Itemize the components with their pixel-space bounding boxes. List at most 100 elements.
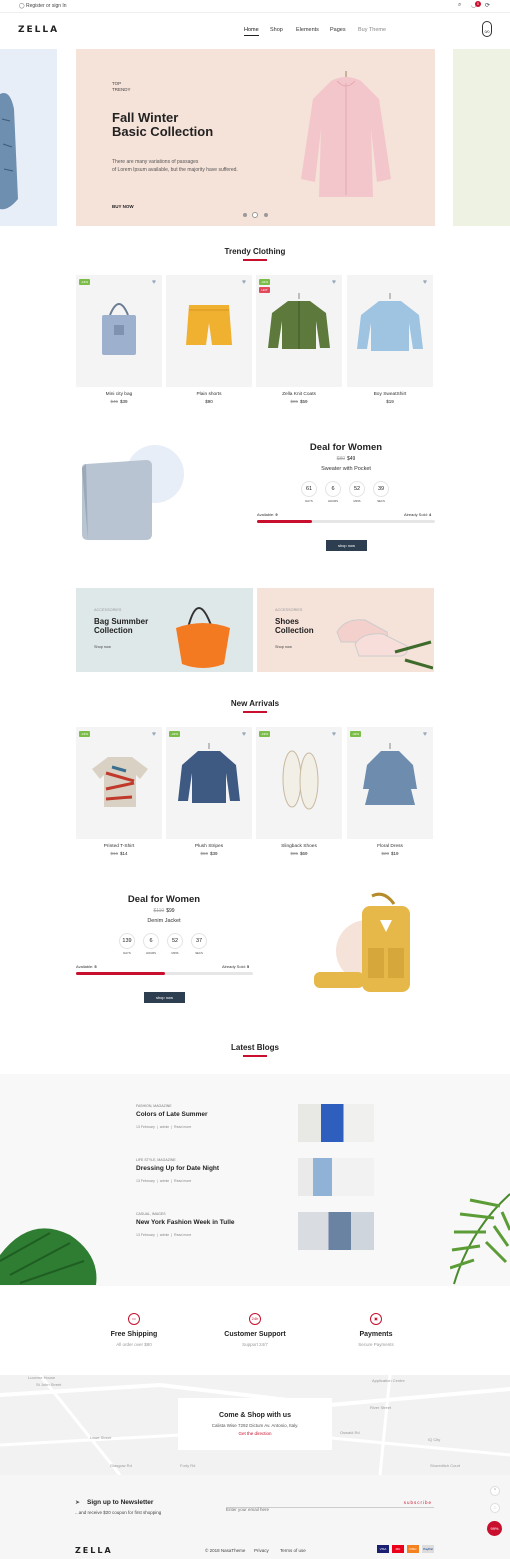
- product-name[interactable]: Floral Dress: [347, 844, 433, 849]
- product-name[interactable]: Boy SweatShirt: [347, 392, 433, 397]
- trendy-title: Trendy Clothing: [224, 247, 286, 256]
- banner-shop-link[interactable]: Shop now: [94, 645, 111, 649]
- map-label: Application Centre: [372, 1378, 405, 1383]
- visa-icon: VISA: [377, 1545, 389, 1553]
- section-underline: [243, 711, 267, 713]
- product-card-shorts[interactable]: ♥: [166, 275, 252, 387]
- blog-category[interactable]: LIFE STYLE, MAGAZINE: [136, 1158, 176, 1162]
- product-card-sweatshirt[interactable]: ♥: [347, 275, 433, 387]
- wishlist-heart-icon[interactable]: ♥: [150, 731, 158, 739]
- wishlist-heart-icon[interactable]: ♥: [421, 279, 429, 287]
- wishlist-heart-icon[interactable]: ♥: [421, 731, 429, 739]
- hero-buy-button[interactable]: BUY NOW: [112, 204, 134, 209]
- blog-title[interactable]: Colors of Late Summer: [136, 1111, 208, 1118]
- footer-link-terms[interactable]: Terms of use: [280, 1548, 306, 1553]
- blue-jacket-image: [178, 743, 240, 803]
- cart-count-badge: 0: [475, 1, 481, 7]
- discount-badge: -31%: [259, 279, 270, 285]
- support-icon: 24h: [249, 1313, 261, 1325]
- chat-icon[interactable]: ◌: [490, 1503, 500, 1513]
- wishlist-heart-icon[interactable]: ♥: [330, 279, 338, 287]
- countdown-label: SECS: [195, 951, 203, 955]
- nav-shop[interactable]: Shop: [270, 27, 283, 33]
- wishlist-heart-icon[interactable]: ♥: [330, 731, 338, 739]
- store-info-card: Come & Shop with us Calista Wise 7292 Di…: [178, 1398, 332, 1450]
- payment-icon: ▣: [370, 1313, 382, 1325]
- slider-dot-2[interactable]: [252, 212, 258, 218]
- product-name[interactable]: Plain shorts: [166, 392, 252, 397]
- blog-category[interactable]: FASHION, MAGAZINE: [136, 1104, 172, 1108]
- shoes-collection-banner[interactable]: ACCESSORIES Shoes Collection Shop now: [257, 588, 434, 672]
- feature-subtitle: Support 24/7: [242, 1342, 268, 1347]
- blog-title[interactable]: New York Fashion Week in Tulle: [136, 1219, 235, 1226]
- blog-category[interactable]: CASUAL, IMAGES: [136, 1212, 166, 1216]
- product-name[interactable]: Zella Knit Coats: [256, 392, 342, 397]
- nav-pages[interactable]: Pages: [330, 27, 346, 33]
- prev-slide-peek[interactable]: [0, 49, 57, 226]
- countdown-label: DAYS: [305, 499, 313, 503]
- email-input[interactable]: [226, 1507, 386, 1512]
- product-card-coat[interactable]: -31% HOT ♥: [256, 275, 342, 387]
- blog-image[interactable]: [298, 1158, 374, 1196]
- product-card-shoes[interactable]: -19% ♥: [256, 727, 342, 839]
- hero-description: There are many variations of passages of …: [112, 159, 238, 173]
- next-slide-peek[interactable]: [453, 49, 510, 226]
- countdown-label: DAYS: [123, 951, 131, 955]
- logo[interactable]: ZELLA: [18, 25, 59, 35]
- available-text: Available: 5: [76, 964, 97, 969]
- product-card-jacket[interactable]: -22% ♥: [166, 727, 252, 839]
- monstera-leaf-left-image: [0, 1228, 97, 1285]
- scroll-top-icon[interactable]: ⌃: [490, 1486, 500, 1496]
- feature-subtitle: All order over $80: [116, 1342, 152, 1347]
- wishlist-heart-icon[interactable]: ♥: [240, 279, 248, 287]
- blog-meta: 13 February | admin | Read more: [136, 1179, 192, 1183]
- search-icon[interactable]: ⌕: [458, 2, 461, 9]
- wishlist-heart-icon[interactable]: ♥: [150, 279, 158, 287]
- promo-badge[interactable]: 99%: [487, 1521, 502, 1536]
- cart-button[interactable]: 0/0: [482, 21, 492, 37]
- product-name[interactable]: Printed T-Shirt: [76, 844, 162, 849]
- sold-text: Already Sold: 4: [404, 512, 432, 517]
- green-coat-image: [268, 293, 330, 349]
- deal-product-name[interactable]: Sweater with Pocket: [256, 466, 436, 472]
- slider-dot-3[interactable]: [264, 213, 268, 217]
- discount-badge: -19%: [259, 731, 270, 737]
- stock-progress-bar: [76, 972, 253, 975]
- footer-logo[interactable]: ZELLA: [75, 1546, 113, 1555]
- blog-image[interactable]: [298, 1212, 374, 1250]
- product-name[interactable]: Plush Stripes: [166, 844, 252, 849]
- map-label: Lowe Street: [90, 1435, 112, 1440]
- slider-dot-1[interactable]: [243, 213, 247, 217]
- map-label: Forty Rd: [180, 1463, 196, 1468]
- product-card-tshirt[interactable]: -13% ♥: [76, 727, 162, 839]
- bag-collection-banner[interactable]: ACCESSORIES Bag Summber Collection Shop n…: [76, 588, 253, 672]
- product-card-bag[interactable]: -13% ♥: [76, 275, 162, 387]
- blog-title[interactable]: Dressing Up for Date Night: [136, 1165, 219, 1172]
- get-directions-link[interactable]: Get the direction: [178, 1431, 332, 1436]
- nav-buy-theme[interactable]: Buy Theme: [358, 27, 386, 33]
- footer-link-privacy[interactable]: Privacy: [254, 1548, 269, 1553]
- nav-elements[interactable]: Elements: [296, 27, 319, 33]
- subscribe-button[interactable]: subscribe: [404, 1500, 432, 1505]
- deal-shop-now-button[interactable]: shop now: [326, 540, 367, 551]
- product-name[interactable]: Slingback Shoes: [256, 844, 342, 849]
- deal-price: $110 $99: [153, 908, 175, 914]
- deal-title: Deal for Women: [127, 894, 201, 905]
- store-title: Come & Shop with us: [219, 1412, 291, 1419]
- section-underline: [243, 259, 267, 261]
- countdown-label: MINS: [353, 499, 361, 503]
- nav-home[interactable]: Home: [244, 27, 259, 36]
- deal-product-name[interactable]: Denim Jacket: [75, 918, 253, 924]
- sold-text: Already Sold: 5: [222, 964, 250, 969]
- blog-image[interactable]: [298, 1104, 374, 1142]
- product-name[interactable]: Mini city bag: [76, 392, 162, 397]
- countdown-hours: 6: [143, 933, 159, 949]
- product-card-dress[interactable]: -32% ♥: [347, 727, 433, 839]
- deal-shop-now-button[interactable]: shop now: [144, 992, 185, 1003]
- banner-shop-link[interactable]: Shop now: [275, 645, 292, 649]
- wishlist-heart-icon[interactable]: ♥: [240, 731, 248, 739]
- register-link[interactable]: Register or sign In: [26, 3, 67, 9]
- compare-icon[interactable]: ⟳: [485, 2, 490, 9]
- tshirt-image: [92, 757, 148, 807]
- slingback-shoes-image: [282, 750, 319, 810]
